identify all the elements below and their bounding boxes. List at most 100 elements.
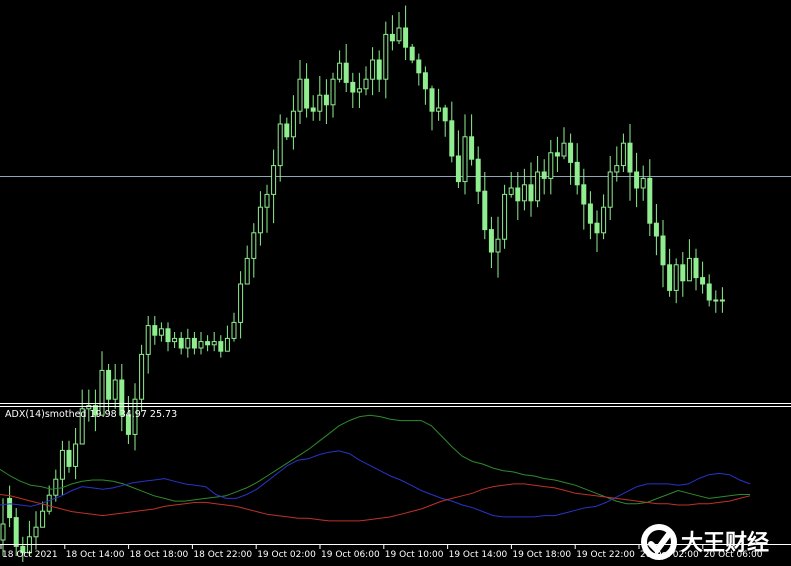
candle-body <box>554 152 560 157</box>
candle <box>521 168 527 211</box>
candle-body <box>317 94 323 112</box>
candle-body <box>693 257 699 279</box>
candle <box>13 508 19 556</box>
candle <box>719 287 725 313</box>
candle-body <box>290 110 296 138</box>
candle <box>198 332 204 355</box>
candle-body <box>205 341 211 346</box>
candle <box>693 248 699 291</box>
candle <box>389 15 395 51</box>
candle <box>449 101 455 163</box>
candle <box>508 172 514 198</box>
candle <box>700 261 706 294</box>
candle-body <box>284 123 290 138</box>
candle <box>297 60 303 124</box>
candle-body <box>139 353 145 400</box>
candle-body <box>475 158 481 192</box>
x-tick-label: 19 Oct 02:00 <box>257 550 316 560</box>
candle <box>152 316 158 345</box>
candle <box>561 127 567 160</box>
candle <box>403 5 409 60</box>
candle-body <box>145 325 151 355</box>
candle-body <box>403 27 409 48</box>
candle-body <box>482 190 488 231</box>
candle <box>627 124 633 201</box>
candle-body <box>277 123 283 167</box>
x-tick-label: 18 Oct 22:00 <box>193 550 252 560</box>
candle-body <box>607 171 613 208</box>
candle <box>244 245 250 285</box>
candle-body <box>383 33 389 80</box>
candle-body <box>158 328 164 336</box>
candle-body <box>442 107 448 122</box>
candle <box>330 72 336 118</box>
candle <box>0 498 6 556</box>
candle-body <box>178 337 184 349</box>
candle-body <box>218 341 224 352</box>
candle <box>277 114 283 182</box>
candle-body <box>528 184 534 202</box>
candle-body <box>620 142 626 167</box>
candle <box>535 156 541 208</box>
candle <box>442 104 448 137</box>
candle <box>224 325 230 352</box>
candle-body <box>66 449 72 467</box>
candle-body <box>53 478 59 496</box>
candle-body <box>112 379 118 400</box>
candle <box>218 335 224 358</box>
candle <box>422 66 428 105</box>
candle-body <box>40 510 46 528</box>
candle <box>310 95 316 121</box>
candle <box>178 332 184 355</box>
candle-body <box>238 283 244 323</box>
candle-body <box>713 299 719 302</box>
x-tick-label: 18 Oct 18:00 <box>130 550 189 560</box>
candle <box>304 63 310 118</box>
candle <box>706 274 712 307</box>
candle-body <box>601 206 607 234</box>
candle <box>53 469 59 502</box>
chart-area: ADX(14)smothed 19.98 34.97 25.73 18 Oct … <box>0 0 791 566</box>
candle <box>343 44 349 92</box>
candle <box>594 210 600 252</box>
indicator-title: ADX(14)smothed 19.98 34.97 25.73 <box>5 409 177 420</box>
candle <box>634 152 640 208</box>
x-tick-label: 19 Oct 06:00 <box>321 550 380 560</box>
candle <box>455 130 461 188</box>
candle-body <box>337 62 343 80</box>
candle-body <box>548 152 554 179</box>
svg-text:大王财经: 大王财经 <box>681 530 769 556</box>
candle <box>211 332 217 352</box>
candle <box>33 511 39 550</box>
x-tick-label: 19 Oct 14:00 <box>449 550 508 560</box>
candle <box>462 114 468 195</box>
candle-body <box>297 78 303 112</box>
candle-body <box>436 107 442 112</box>
candle <box>106 364 112 412</box>
candle-body <box>495 238 501 253</box>
candle <box>376 50 382 92</box>
candle-body <box>251 232 257 259</box>
candle <box>640 165 646 201</box>
candle <box>323 79 329 124</box>
x-tick-label: 18 Oct 14:00 <box>66 550 125 560</box>
candle-body <box>462 136 468 183</box>
candle-body <box>469 136 475 160</box>
candle <box>363 66 369 96</box>
candle-body <box>376 59 382 80</box>
candle-body <box>13 517 19 547</box>
candle-body <box>211 341 217 346</box>
candle-body <box>172 337 178 343</box>
candle <box>112 364 118 409</box>
candle-body <box>502 193 508 240</box>
candle-body <box>640 177 646 189</box>
candle-body <box>330 78 336 106</box>
candle-body <box>152 325 158 336</box>
candle <box>620 133 626 172</box>
candle-body <box>541 171 547 179</box>
candle-body <box>581 184 587 205</box>
candle-body <box>370 59 376 80</box>
candle-body <box>508 187 514 195</box>
candle-body <box>231 321 237 339</box>
candle-body <box>185 337 191 349</box>
